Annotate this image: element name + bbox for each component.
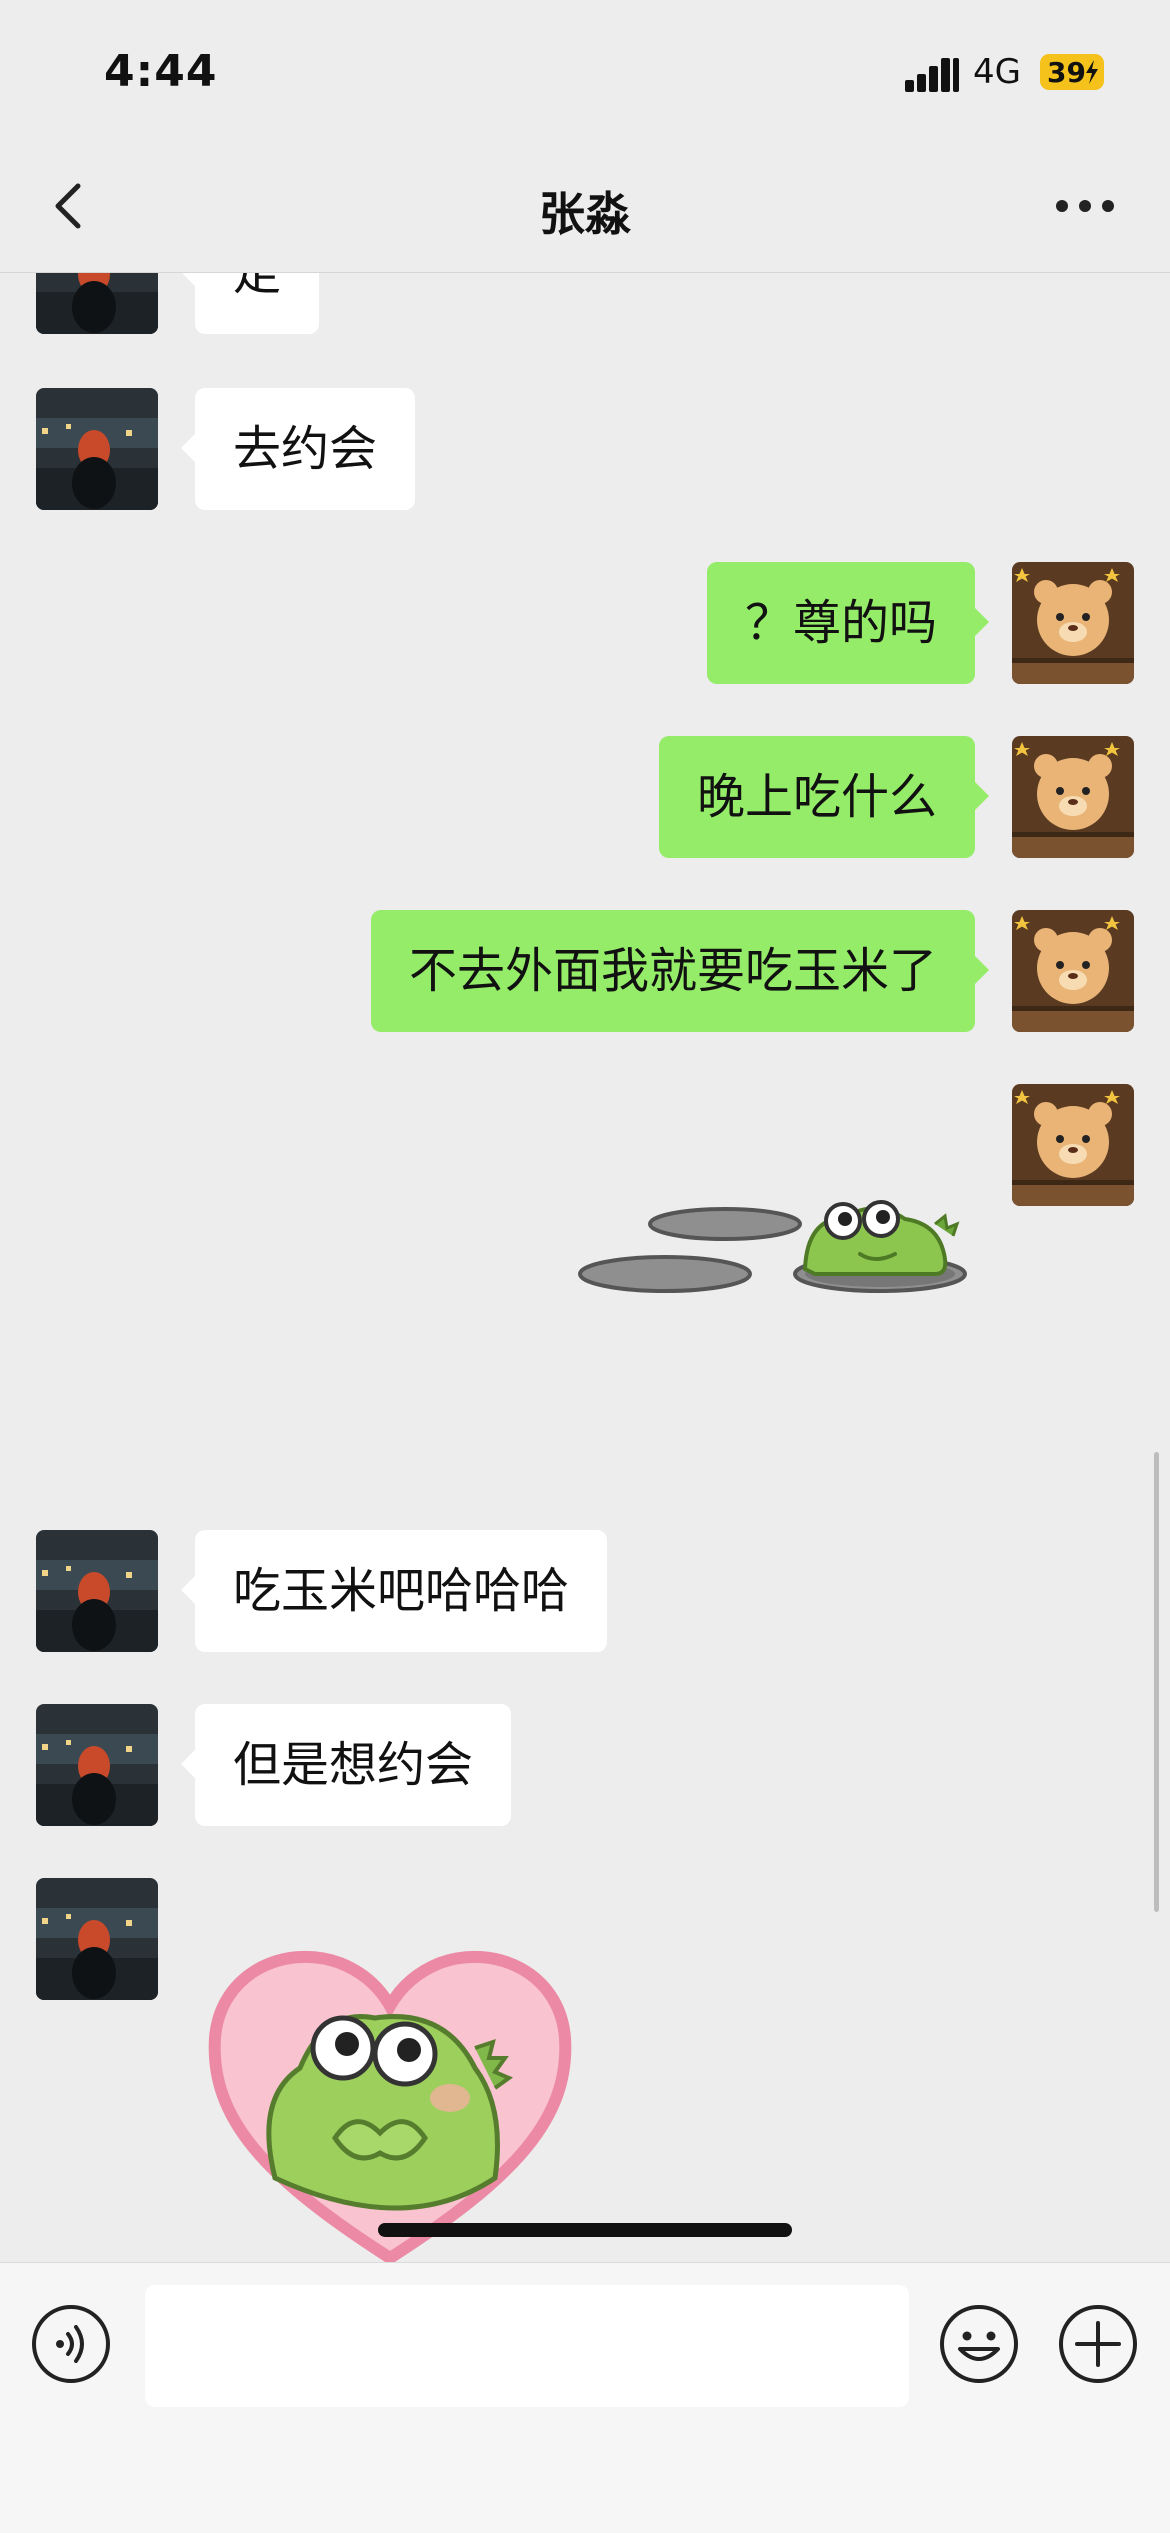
message-bubble[interactable]: 去约会 [180, 388, 416, 510]
user-avatar[interactable] [1012, 562, 1134, 684]
network-type: 4G [973, 52, 1021, 92]
user-avatar[interactable] [1012, 1084, 1134, 1206]
input-bar [0, 2262, 1170, 2533]
message-bubble[interactable]: 不去外面我就要吃玉米了 [370, 910, 990, 1032]
contact-avatar[interactable] [36, 1704, 158, 1826]
status-bar: 4:44 4G 39 [0, 0, 1170, 150]
message-sent: 不去外面我就要吃玉米了 [0, 910, 1170, 1032]
message-sent: ？尊的吗 [0, 562, 1170, 684]
frog-in-pink-heart-sticker[interactable] [205, 1938, 575, 2262]
voice-input-icon[interactable] [30, 2303, 112, 2385]
message-bubble[interactable]: 但是想约会 [180, 1704, 512, 1826]
chat-message-list[interactable]: 走 去约会 ？尊的吗 晚上吃什么 不去外面我就要吃玉米了 吃玉米吧哈哈哈 但是想… [0, 272, 1170, 2262]
signal-icon [905, 58, 963, 92]
emoji-icon[interactable] [938, 2303, 1020, 2385]
message-bubble[interactable]: 走 [180, 272, 320, 334]
contact-avatar[interactable] [36, 1530, 158, 1652]
battery-icon: 39 [1040, 54, 1104, 90]
message-received: 走 [0, 272, 1170, 334]
plus-icon[interactable] [1057, 2303, 1139, 2385]
home-indicator[interactable] [378, 2223, 792, 2237]
scrollbar[interactable] [1154, 1452, 1159, 1912]
battery-level: 39 [1047, 56, 1086, 89]
user-avatar[interactable] [1012, 910, 1134, 1032]
contact-avatar[interactable] [36, 272, 158, 334]
message-received-sticker [0, 1878, 1170, 2262]
chat-header: 张淼 [0, 150, 1170, 273]
message-received: 吃玉米吧哈哈哈 [0, 1530, 1170, 1652]
message-input[interactable] [145, 2285, 909, 2407]
message-received: 但是想约会 [0, 1704, 1170, 1826]
status-time: 4:44 [104, 46, 218, 97]
user-avatar[interactable] [1012, 736, 1134, 858]
message-bubble[interactable]: 吃玉米吧哈哈哈 [180, 1530, 608, 1652]
contact-avatar[interactable] [36, 1878, 158, 2000]
frog-peeking-from-manhole-sticker[interactable] [575, 1179, 975, 1349]
more-dots-icon[interactable] [1050, 190, 1120, 220]
message-sent: 晚上吃什么 [0, 736, 1170, 858]
chat-title: 张淼 [539, 187, 631, 241]
message-sent-sticker [0, 1084, 1170, 1414]
message-bubble[interactable]: 晚上吃什么 [658, 736, 990, 858]
contact-avatar[interactable] [36, 388, 158, 510]
message-received: 去约会 [0, 388, 1170, 510]
message-bubble[interactable]: ？尊的吗 [706, 562, 990, 684]
